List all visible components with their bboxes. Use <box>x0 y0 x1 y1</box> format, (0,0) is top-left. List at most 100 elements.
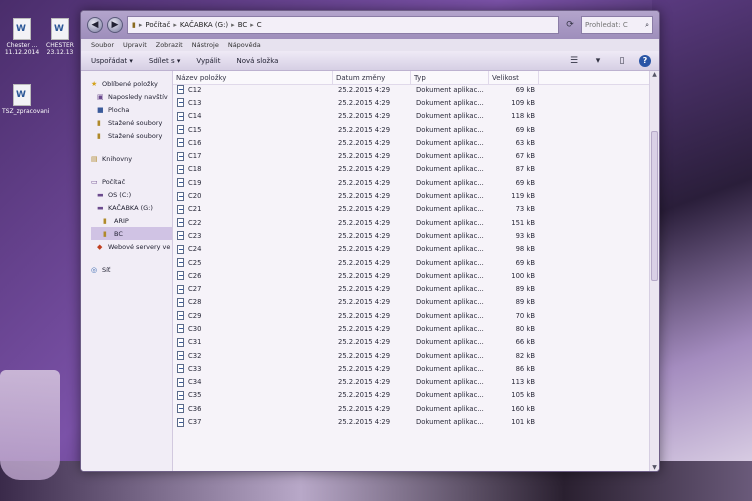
table-row[interactable]: C23 25.2.2015 4:29 Dokument aplikac... 93 k… <box>173 229 647 242</box>
file-name: C17 <box>188 152 202 161</box>
table-row[interactable]: C27 25.2.2015 4:29 Dokument aplikac... 89 k… <box>173 282 647 295</box>
organize-button[interactable]: Uspořádat ▾ <box>91 57 133 65</box>
table-row[interactable]: C37 25.2.2015 4:29 Dokument aplikac... 101 … <box>173 415 647 428</box>
sidebar-item-web-servers[interactable]: ◆ Webové servery ve <box>91 240 172 253</box>
search-box[interactable]: ⌕ <box>581 16 653 34</box>
breadcrumb-computer[interactable]: Počítač <box>145 21 170 29</box>
table-row[interactable]: C19 25.2.2015 4:29 Dokument aplikac... 69 k… <box>173 176 647 189</box>
back-button[interactable]: ◀ <box>87 17 103 33</box>
file-name-cell: C16 <box>173 138 333 148</box>
file-name-cell: C17 <box>173 151 333 161</box>
table-row[interactable]: C18 25.2.2015 4:29 Dokument aplikac... 87 k… <box>173 163 647 176</box>
sidebar-item-downloads-2[interactable]: ▮ Stažené soubory <box>91 129 172 142</box>
menu-edit[interactable]: Upravit <box>123 41 147 49</box>
preview-pane-icon[interactable]: ▯ <box>615 55 629 67</box>
address-bar[interactable]: ▮ ▸ Počítač ▸ KAČABKA (G:) ▸ BC ▸ C <box>127 16 559 34</box>
word-document-icon <box>13 18 31 40</box>
file-type: Dokument aplikac... <box>416 391 484 400</box>
search-icon[interactable]: ⌕ <box>645 21 649 30</box>
scroll-up-icon[interactable]: ▲ <box>650 71 659 80</box>
sidebar-item-os-drive[interactable]: ▬ OS (C:) <box>91 188 172 201</box>
file-name: C31 <box>188 338 202 347</box>
file-name: C35 <box>188 391 202 400</box>
file-name: C22 <box>188 218 202 227</box>
menu-help[interactable]: Nápověda <box>228 41 261 49</box>
table-row[interactable]: C22 25.2.2015 4:29 Dokument aplikac... 151 … <box>173 216 647 229</box>
table-row[interactable]: C30 25.2.2015 4:29 Dokument aplikac... 80 k… <box>173 322 647 335</box>
table-row[interactable]: C29 25.2.2015 4:29 Dokument aplikac... 70 k… <box>173 309 647 322</box>
file-size: 151 kB <box>511 218 535 227</box>
table-row[interactable]: C32 25.2.2015 4:29 Dokument aplikac... 82 k… <box>173 349 647 362</box>
document-icon <box>177 364 184 374</box>
new-folder-button[interactable]: Nová složka <box>236 57 278 65</box>
table-row[interactable]: C26 25.2.2015 4:29 Dokument aplikac... 100 … <box>173 269 647 282</box>
file-name: C32 <box>188 351 202 360</box>
file-name: C16 <box>188 138 202 147</box>
scrollbar-thumb[interactable] <box>651 131 658 281</box>
document-icon <box>177 164 184 174</box>
scroll-down-icon[interactable]: ▼ <box>650 464 659 471</box>
refresh-icon[interactable]: ⟳ <box>563 18 577 32</box>
desktop-icon-tsz[interactable]: TSZ_zpracovani <box>2 84 49 115</box>
file-name-cell: C35 <box>173 390 333 400</box>
table-row[interactable]: C21 25.2.2015 4:29 Dokument aplikac... 73 k… <box>173 203 647 216</box>
desktop-icon-label: Chester ... 11.12.2014 <box>4 42 40 56</box>
forward-button[interactable]: ▶ <box>107 17 123 33</box>
table-row[interactable]: C33 25.2.2015 4:29 Dokument aplikac... 86 k… <box>173 362 647 375</box>
desktop-icon-chester-2[interactable]: CHESTER 23.12.13 <box>40 18 80 56</box>
table-row[interactable]: C28 25.2.2015 4:29 Dokument aplikac... 89 k… <box>173 296 647 309</box>
table-row[interactable]: C20 25.2.2015 4:29 Dokument aplikac... 119 … <box>173 189 647 202</box>
sidebar-network[interactable]: ◎ Síť <box>91 263 172 276</box>
file-name: C24 <box>188 245 202 254</box>
folder-icon: ▮ <box>103 216 107 225</box>
menu-file[interactable]: Soubor <box>91 41 114 49</box>
table-row[interactable]: C34 25.2.2015 4:29 Dokument aplikac... 113 … <box>173 376 647 389</box>
address-bar-row: ◀ ▶ ▮ ▸ Počítač ▸ KAČABKA (G:) ▸ BC ▸ C … <box>81 11 659 39</box>
sidebar-favorites[interactable]: ★ Oblíbené položky <box>91 77 172 90</box>
breadcrumb-drive[interactable]: KAČABKA (G:) <box>180 21 228 29</box>
sidebar-item-recent[interactable]: ▣ Naposledy navštív <box>91 90 172 103</box>
sidebar-item-arip[interactable]: ▮ ARIP <box>91 214 172 227</box>
desktop-icon-label: CHESTER 23.12.13 <box>46 42 74 56</box>
share-button[interactable]: Sdílet s ▾ <box>149 57 180 65</box>
search-input[interactable] <box>585 21 639 29</box>
vertical-scrollbar[interactable]: ▲ ▼ <box>649 71 659 471</box>
table-row[interactable]: C24 25.2.2015 4:29 Dokument aplikac... 98 k… <box>173 243 647 256</box>
table-row[interactable]: C31 25.2.2015 4:29 Dokument aplikac... 66 k… <box>173 336 647 349</box>
desktop-icon-chester-1[interactable]: Chester ... 11.12.2014 <box>2 18 42 56</box>
chevron-down-icon[interactable]: ▾ <box>591 55 605 67</box>
file-date: 25.2.2015 4:29 <box>338 192 391 201</box>
table-row[interactable]: C13 25.2.2015 4:29 Dokument aplikac... 109 … <box>173 96 647 109</box>
file-date: 25.2.2015 4:29 <box>338 125 391 134</box>
table-row[interactable]: C25 25.2.2015 4:29 Dokument aplikac... 69 k… <box>173 256 647 269</box>
table-row[interactable]: C17 25.2.2015 4:29 Dokument aplikac... 67 k… <box>173 149 647 162</box>
burn-button[interactable]: Vypálit <box>196 57 220 65</box>
table-row[interactable]: C15 25.2.2015 4:29 Dokument aplikac... 69 k… <box>173 123 647 136</box>
help-icon[interactable]: ? <box>639 54 651 67</box>
file-name: C23 <box>188 231 202 240</box>
table-row[interactable]: C16 25.2.2015 4:29 Dokument aplikac... 63 k… <box>173 136 647 149</box>
table-row[interactable]: C36 25.2.2015 4:29 Dokument aplikac... 160 … <box>173 402 647 415</box>
breadcrumb-bc[interactable]: BC <box>238 21 248 29</box>
sidebar-computer[interactable]: ▭ Počítač <box>91 175 172 188</box>
breadcrumb-c[interactable]: C <box>257 21 262 29</box>
sidebar-item-desktop[interactable]: ■ Plocha <box>91 103 172 116</box>
sidebar-libraries[interactable]: ▤ Knihovny <box>91 152 172 165</box>
sidebar-item-bc[interactable]: ▮ BC <box>91 227 172 240</box>
file-name: C15 <box>188 125 202 134</box>
table-row[interactable]: C14 25.2.2015 4:29 Dokument aplikac... 118 … <box>173 110 647 123</box>
file-list: C12 25.2.2015 4:29 Dokument aplikac... 69 k… <box>173 83 647 471</box>
table-row[interactable]: C12 25.2.2015 4:29 Dokument aplikac... 69 k… <box>173 83 647 96</box>
menu-view[interactable]: Zobrazit <box>156 41 183 49</box>
sidebar-item-usb-drive[interactable]: ▬ KAČABKA (G:) <box>91 201 172 214</box>
menu-tools[interactable]: Nástroje <box>192 41 219 49</box>
file-date: 25.2.2015 4:29 <box>338 205 391 214</box>
command-bar: Uspořádat ▾ Sdílet s ▾ Vypálit Nová slož… <box>81 51 659 71</box>
file-date: 25.2.2015 4:29 <box>338 298 391 307</box>
file-date: 25.2.2015 4:29 <box>338 311 391 320</box>
table-row[interactable]: C35 25.2.2015 4:29 Dokument aplikac... 105 … <box>173 389 647 402</box>
view-options-icon[interactable]: ☰ <box>567 55 581 67</box>
document-icon <box>177 258 184 267</box>
sidebar-item-downloads-1[interactable]: ▮ Stažené soubory <box>91 116 172 129</box>
document-icon <box>177 85 184 95</box>
